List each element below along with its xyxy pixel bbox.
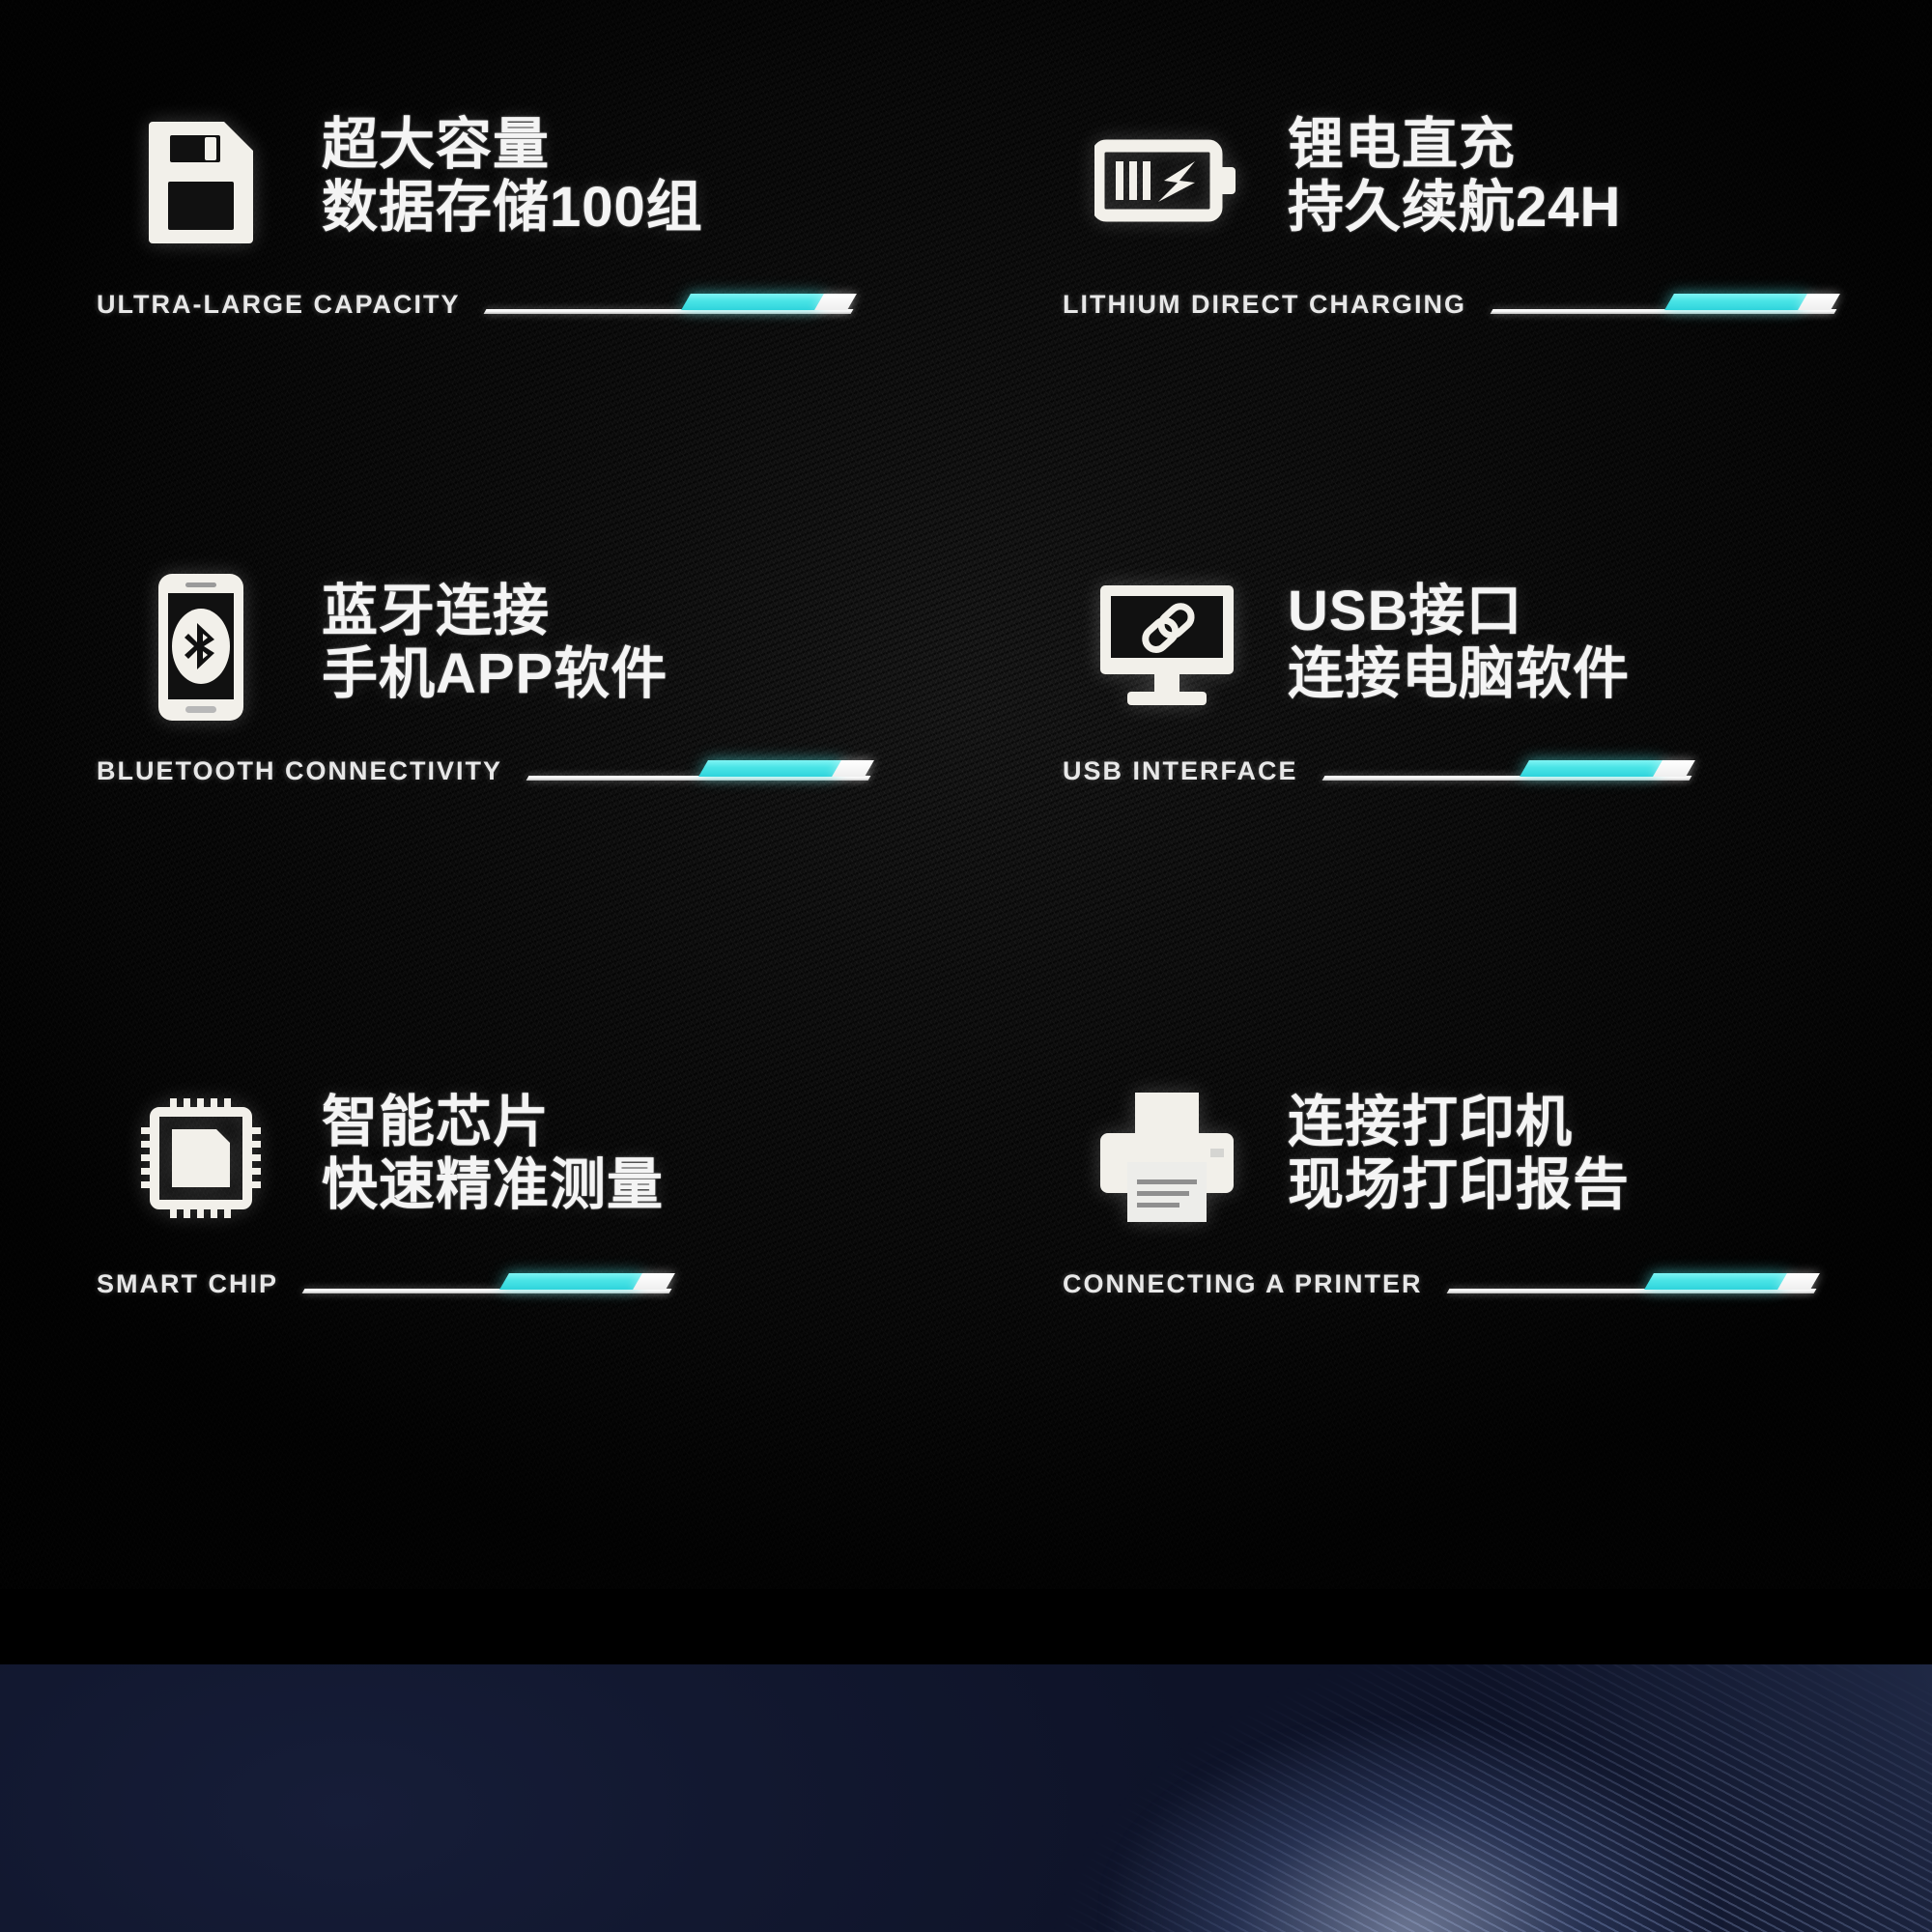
feature-headline: 智能芯片 快速精准测量 bbox=[322, 1091, 966, 1217]
cpu-chip-icon bbox=[97, 1086, 304, 1231]
feature-card-bluetooth-connectivity: 蓝牙连接 手机APP软件 BLUETOOTH CONNECTIVITY bbox=[0, 515, 966, 1030]
section-divider-band bbox=[0, 1589, 1932, 1664]
feature-caption: USB INTERFACE bbox=[1063, 756, 1298, 785]
feature-caption: CONNECTING A PRINTER bbox=[1063, 1269, 1423, 1298]
feature-caption-row: LITHIUM DIRECT CHARGING bbox=[1063, 290, 1840, 320]
headline-line-1: USB接口 bbox=[1288, 580, 1523, 642]
feature-card-ultra-large-capacity: 超大容量 数据存储100组 ULTRA-LARGE CAPACITY bbox=[0, 0, 966, 515]
monitor-link-icon bbox=[1063, 575, 1270, 720]
feature-caption: SMART CHIP bbox=[97, 1269, 278, 1298]
accent-rule bbox=[526, 757, 874, 786]
feature-text-block: 连接打印机 现场打印报告 bbox=[1270, 1086, 1932, 1217]
feature-text-block: USB接口 连接电脑软件 bbox=[1270, 575, 1932, 706]
floppy-disk-icon bbox=[97, 108, 304, 253]
headline-line-2: 手机APP软件 bbox=[322, 641, 668, 705]
rule-cyan-accent bbox=[681, 293, 827, 310]
rule-cyan-accent bbox=[1664, 293, 1809, 310]
headline-line-1: 蓝牙连接 bbox=[322, 580, 551, 642]
headline-line-1: 连接打印机 bbox=[1288, 1091, 1574, 1153]
headline-line-2: 数据存储100组 bbox=[322, 175, 703, 239]
feature-headline: 锂电直充 持久续航24H bbox=[1288, 113, 1932, 240]
feature-card-usb-interface: USB接口 连接电脑软件 USB INTERFACE bbox=[966, 515, 1932, 1030]
feature-headline: USB接口 连接电脑软件 bbox=[1288, 580, 1932, 706]
accent-rule bbox=[301, 1270, 675, 1299]
headline-line-2: 快速精准测量 bbox=[322, 1152, 665, 1216]
accent-rule bbox=[1490, 291, 1840, 320]
feature-headline: 超大容量 数据存储100组 bbox=[322, 113, 966, 240]
feature-caption: LITHIUM DIRECT CHARGING bbox=[1063, 290, 1466, 319]
feature-text-block: 锂电直充 持久续航24H bbox=[1270, 108, 1932, 240]
headline-line-2: 持久续航24H bbox=[1288, 175, 1622, 239]
product-feature-panel: 超大容量 数据存储100组 ULTRA-LARGE CAPACITY 锂电直充 … bbox=[0, 0, 1932, 1932]
feature-card-lithium-direct-charging: 锂电直充 持久续航24H LITHIUM DIRECT CHARGING bbox=[966, 0, 1932, 515]
feature-caption-row: BLUETOOTH CONNECTIVITY bbox=[97, 756, 874, 786]
feature-grid: 超大容量 数据存储100组 ULTRA-LARGE CAPACITY 锂电直充 … bbox=[0, 0, 1932, 1546]
smartphone-bluetooth-icon bbox=[97, 574, 304, 721]
feature-text-block: 蓝牙连接 手机APP软件 bbox=[304, 575, 966, 706]
accent-rule bbox=[1446, 1270, 1820, 1299]
bottom-navy-panel bbox=[0, 1664, 1932, 1932]
rule-cyan-accent bbox=[1519, 759, 1664, 777]
headline-line-1: 智能芯片 bbox=[322, 1091, 551, 1153]
feature-caption-row: CONNECTING A PRINTER bbox=[1063, 1269, 1835, 1299]
feature-text-block: 智能芯片 快速精准测量 bbox=[304, 1086, 966, 1217]
feature-caption-row: USB INTERFACE bbox=[1063, 756, 1835, 786]
battery-charging-icon bbox=[1063, 108, 1270, 253]
feature-headline: 蓝牙连接 手机APP软件 bbox=[322, 580, 966, 706]
printer-icon bbox=[1063, 1086, 1270, 1231]
rule-cyan-accent bbox=[499, 1272, 644, 1290]
feature-text-block: 超大容量 数据存储100组 bbox=[304, 108, 966, 240]
feature-headline: 连接打印机 现场打印报告 bbox=[1288, 1091, 1932, 1217]
headline-line-1: 锂电直充 bbox=[1288, 113, 1517, 176]
feature-card-smart-chip: 智能芯片 快速精准测量 SMART CHIP bbox=[0, 1030, 966, 1545]
headline-line-2: 连接电脑软件 bbox=[1288, 641, 1631, 705]
accent-rule bbox=[1321, 757, 1695, 786]
corner-glow bbox=[1111, 1729, 1710, 1932]
feature-caption: BLUETOOTH CONNECTIVITY bbox=[97, 756, 503, 785]
feature-caption-row: SMART CHIP bbox=[97, 1269, 869, 1299]
feature-card-connecting-a-printer: 连接打印机 现场打印报告 CONNECTING A PRINTER bbox=[966, 1030, 1932, 1545]
accent-rule bbox=[484, 291, 858, 320]
headline-line-1: 超大容量 bbox=[322, 113, 551, 176]
feature-caption-row: ULTRA-LARGE CAPACITY bbox=[97, 290, 869, 320]
rule-cyan-accent bbox=[1643, 1272, 1789, 1290]
rule-cyan-accent bbox=[698, 759, 843, 777]
headline-line-2: 现场打印报告 bbox=[1288, 1152, 1631, 1216]
feature-caption: ULTRA-LARGE CAPACITY bbox=[97, 290, 461, 319]
